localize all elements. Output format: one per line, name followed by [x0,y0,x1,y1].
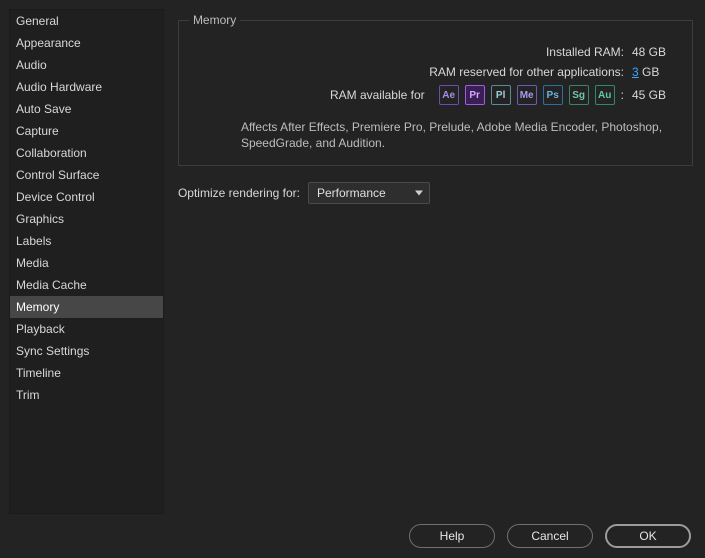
sidebar-item-control-surface[interactable]: Control Surface [10,164,163,186]
sidebar-item-appearance[interactable]: Appearance [10,32,163,54]
sidebar-item-audio[interactable]: Audio [10,54,163,76]
available-ram-row: RAM available for Ae Pr Pl Me Ps Sg Au : 45 GB [193,85,678,105]
reserved-ram-value: 3 GB [632,65,678,79]
audition-icon: Au [595,85,615,105]
sidebar-item-timeline[interactable]: Timeline [10,362,163,384]
sidebar-item-audio-hardware[interactable]: Audio Hardware [10,76,163,98]
optimize-row: Optimize rendering for: Performance [178,182,693,204]
reserved-ram-label: RAM reserved for other applications: [429,65,624,79]
sidebar-item-device-control[interactable]: Device Control [10,186,163,208]
sidebar-item-labels[interactable]: Labels [10,230,163,252]
optimize-dropdown[interactable]: Performance [308,182,430,204]
installed-ram-label: Installed RAM: [546,45,624,59]
photoshop-icon: Ps [543,85,563,105]
preferences-sidebar: GeneralAppearanceAudioAudio HardwareAuto… [9,9,164,514]
sidebar-item-memory[interactable]: Memory [10,296,163,318]
reserved-ram-row: RAM reserved for other applications: 3 G… [193,65,678,79]
sidebar-item-auto-save[interactable]: Auto Save [10,98,163,120]
sidebar-item-media-cache[interactable]: Media Cache [10,274,163,296]
prelude-icon: Pl [491,85,511,105]
sidebar-item-capture[interactable]: Capture [10,120,163,142]
ok-button[interactable]: OK [605,524,691,548]
memory-group-title: Memory [189,13,240,27]
sidebar-item-trim[interactable]: Trim [10,384,163,406]
available-ram-value: 45 GB [632,88,678,102]
reserved-ram-unit: GB [639,65,660,79]
installed-ram-row: Installed RAM: 48 GB [193,45,678,59]
chevron-down-icon [415,191,423,196]
speedgrade-icon: Sg [569,85,589,105]
after-effects-icon: Ae [439,85,459,105]
media-encoder-icon: Me [517,85,537,105]
available-ram-label: RAM available for [330,88,425,102]
sidebar-item-sync-settings[interactable]: Sync Settings [10,340,163,362]
app-icons: Ae Pr Pl Me Ps Sg Au [439,85,615,105]
available-ram-colon: : [621,88,624,102]
cancel-button[interactable]: Cancel [507,524,593,548]
reserved-ram-input[interactable]: 3 [632,65,639,79]
memory-panel: Memory Installed RAM: 48 GB RAM reserved… [164,0,705,514]
sidebar-item-graphics[interactable]: Graphics [10,208,163,230]
optimize-selected: Performance [317,186,386,200]
memory-group: Memory Installed RAM: 48 GB RAM reserved… [178,20,693,166]
premiere-pro-icon: Pr [465,85,485,105]
affects-note: Affects After Effects, Premiere Pro, Pre… [241,119,678,151]
installed-ram-value: 48 GB [632,45,678,59]
sidebar-item-collaboration[interactable]: Collaboration [10,142,163,164]
sidebar-item-media[interactable]: Media [10,252,163,274]
optimize-label: Optimize rendering for: [178,186,300,200]
sidebar-item-playback[interactable]: Playback [10,318,163,340]
sidebar-item-general[interactable]: General [10,10,163,32]
dialog-footer: Help Cancel OK [0,514,705,558]
help-button[interactable]: Help [409,524,495,548]
